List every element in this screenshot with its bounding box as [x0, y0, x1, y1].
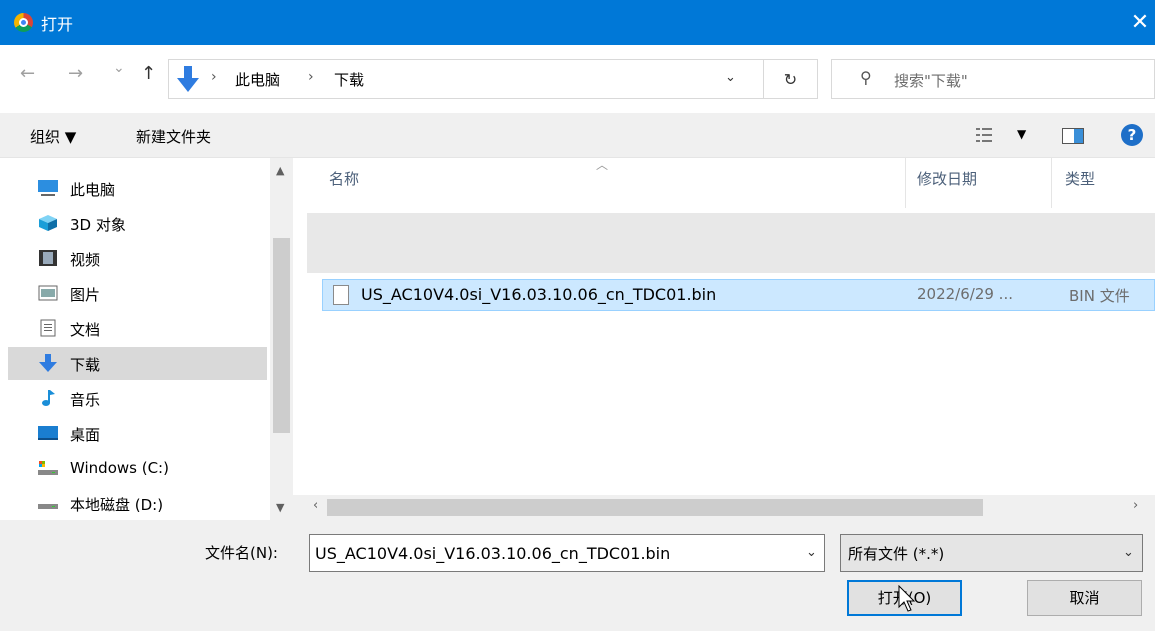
preview-pane-icon[interactable]	[1062, 128, 1084, 144]
sidebar-item-pictures[interactable]: 图片	[8, 277, 267, 310]
horizontal-scrollbar[interactable]: ‹ ›	[293, 495, 1155, 520]
mouse-cursor-icon	[898, 585, 916, 612]
column-divider[interactable]	[1051, 158, 1052, 208]
search-icon: ⚲	[860, 68, 872, 87]
sidebar-item-documents[interactable]: 文档	[8, 312, 267, 345]
filename-combobox[interactable]: ⌄	[309, 534, 825, 572]
sidebar-item-label: 文档	[70, 321, 101, 339]
sidebar-item-label: 3D 对象	[70, 216, 126, 234]
column-divider[interactable]	[905, 158, 906, 208]
navigation-scrollbar[interactable]: ▲ ▼	[270, 158, 293, 520]
up-button[interactable]: ↑	[141, 63, 156, 84]
view-dropdown-icon[interactable]: ▼	[1017, 127, 1026, 141]
picture-icon	[38, 285, 58, 301]
file-icon	[333, 285, 349, 305]
new-folder-button[interactable]: 新建文件夹	[136, 126, 211, 147]
filetype-value: 所有文件 (*.*)	[848, 545, 945, 563]
sidebar-item-label: 本地磁盘 (D:)	[70, 496, 164, 514]
close-button[interactable]: ✕	[1125, 4, 1155, 42]
sidebar-item-label: 音乐	[70, 391, 101, 409]
address-bar[interactable]: › 此电脑 › 下载 ⌄	[168, 59, 764, 99]
address-dropdown-icon[interactable]: ⌄	[725, 70, 736, 85]
breadcrumb-this-pc[interactable]: 此电脑	[235, 69, 280, 90]
file-list-pane: ︿ 名称 修改日期 类型 US_AC10V4.0si_V16.03.10.06_…	[293, 158, 1155, 520]
sidebar-item-drive-d[interactable]: 本地磁盘 (D:)	[8, 487, 267, 520]
sidebar-item-downloads[interactable]: 下载	[8, 347, 267, 380]
filename-label: 文件名(N):	[205, 544, 278, 562]
help-icon[interactable]: ?	[1121, 124, 1143, 146]
filename-dropdown-icon[interactable]: ⌄	[806, 545, 817, 560]
scrollbar-thumb[interactable]	[273, 238, 290, 433]
navigation-pane: 此电脑 3D 对象 视频 图片 文档 下载 音乐 桌面 Windows (C:)…	[0, 158, 293, 520]
column-header-modified[interactable]: 修改日期	[917, 168, 977, 189]
filetype-select[interactable]: 所有文件 (*.*) ⌄	[840, 534, 1143, 572]
sidebar-item-label: 视频	[70, 251, 101, 269]
music-icon	[42, 390, 55, 406]
breadcrumb-separator: ›	[308, 69, 314, 85]
file-modified: 2022/6/29 ...	[917, 285, 1013, 303]
file-type: BIN 文件	[1069, 287, 1130, 305]
download-arrow-icon	[177, 66, 199, 92]
organize-button[interactable]: 组织 ▼	[30, 126, 76, 147]
scroll-right-icon[interactable]: ›	[1133, 498, 1138, 513]
video-icon	[39, 250, 57, 266]
cancel-button[interactable]: 取消	[1027, 580, 1142, 616]
forward-button[interactable]: →	[68, 63, 83, 84]
column-header-name[interactable]: 名称	[329, 168, 359, 189]
column-header-type[interactable]: 类型	[1065, 168, 1095, 189]
sidebar-item-videos[interactable]: 视频	[8, 242, 267, 275]
window-title: 打开	[41, 15, 74, 34]
sidebar-item-this-pc[interactable]: 此电脑	[8, 172, 267, 205]
recent-locations-button[interactable]: ⌄	[113, 60, 125, 76]
sidebar-item-label: 下载	[70, 356, 101, 374]
scrollbar-thumb[interactable]	[327, 499, 983, 516]
breadcrumb-separator: ›	[211, 69, 217, 85]
filename-input[interactable]	[315, 541, 795, 565]
scroll-left-icon[interactable]: ‹	[313, 498, 318, 513]
breadcrumb-downloads[interactable]: 下载	[334, 69, 364, 90]
back-button[interactable]: ←	[20, 63, 35, 84]
file-row[interactable]: US_AC10V4.0si_V16.03.10.06_cn_TDC01.bin …	[322, 279, 1155, 311]
sidebar-item-drive-c[interactable]: Windows (C:)	[8, 452, 267, 485]
sidebar-item-3d-objects[interactable]: 3D 对象	[8, 207, 267, 240]
sidebar-item-label: 此电脑	[70, 181, 116, 199]
drive-icon	[38, 504, 58, 509]
search-placeholder: 搜索"下载"	[894, 72, 968, 90]
scroll-down-icon[interactable]: ▼	[276, 501, 284, 514]
chrome-logo-icon	[14, 13, 33, 32]
address-row: ← → ⌄ ↑ › 此电脑 › 下载 ⌄ ↻ ⚲ 搜索"下载"	[0, 45, 1155, 113]
sidebar-item-label: 图片	[70, 286, 101, 304]
scroll-up-icon[interactable]: ▲	[276, 164, 284, 177]
sidebar-item-music[interactable]: 音乐	[8, 382, 267, 415]
title-bar: 打开 ✕	[0, 0, 1155, 45]
group-header	[307, 213, 1155, 273]
download-icon	[39, 354, 57, 372]
search-box[interactable]: ⚲ 搜索"下载"	[831, 59, 1155, 99]
desktop-icon	[38, 426, 58, 440]
sort-ascending-icon: ︿	[596, 158, 609, 172]
file-name: US_AC10V4.0si_V16.03.10.06_cn_TDC01.bin	[361, 285, 717, 304]
dialog-footer: 文件名(N): ⌄ 所有文件 (*.*) ⌄ 打开(O) 取消	[0, 520, 1155, 631]
refresh-button[interactable]: ↻	[764, 59, 818, 99]
command-toolbar: 组织 ▼ 新建文件夹 ▼ ?	[0, 113, 1155, 158]
sidebar-item-label: Windows (C:)	[70, 459, 169, 477]
sidebar-item-label: 桌面	[70, 426, 101, 444]
drive-icon	[38, 461, 58, 475]
document-icon	[40, 319, 56, 337]
filetype-dropdown-icon[interactable]: ⌄	[1123, 545, 1134, 560]
computer-icon	[38, 180, 58, 196]
sidebar-item-desktop[interactable]: 桌面	[8, 417, 267, 450]
view-options-icon[interactable]	[976, 127, 992, 143]
cube-icon	[39, 215, 57, 231]
